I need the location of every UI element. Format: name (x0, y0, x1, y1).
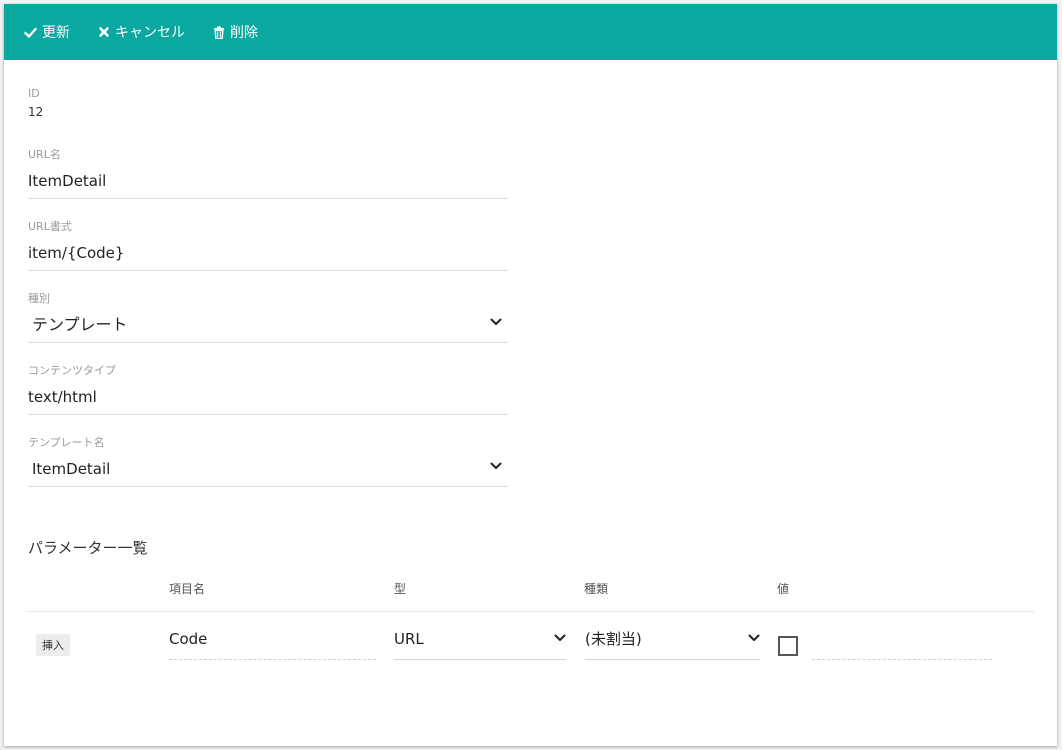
template-name-select[interactable]: ItemDetail (28, 458, 508, 487)
url-name-value: ItemDetail (28, 172, 107, 190)
trash-icon (214, 26, 224, 39)
close-icon (99, 27, 109, 37)
kind-label: 種別 (28, 292, 50, 305)
table-row: 挿入 Code URL (未割当) (28, 622, 1034, 672)
id-value: 12 (28, 105, 44, 119)
delete-button[interactable]: 削除 (213, 22, 258, 42)
value-input[interactable] (812, 626, 992, 660)
type-value: URL (394, 630, 424, 648)
content-type-label: コンテンツタイプ (28, 364, 116, 377)
url-format-value: item/{Code} (28, 244, 125, 262)
url-format-field: URL書式 item/{Code} (28, 220, 508, 271)
insert-button[interactable]: 挿入 (36, 634, 70, 656)
url-format-label: URL書式 (28, 220, 72, 233)
id-field: ID 12 (28, 87, 508, 119)
update-button[interactable]: 更新 (24, 22, 70, 42)
header-item-name: 項目名 (169, 582, 206, 596)
item-name-value: Code (169, 630, 208, 648)
header-type: 型 (394, 582, 407, 596)
header-kind: 種類 (584, 582, 609, 596)
edit-panel: 更新 キャンセル 削除 ID 12 URL名 ItemDetail URL書式 … (4, 4, 1057, 746)
record-form: ID 12 URL名 ItemDetail URL書式 item/{Code} … (28, 60, 508, 487)
kind-value: テンプレート (32, 315, 128, 334)
template-name-field: テンプレート名 ItemDetail (28, 436, 508, 487)
header-value: 値 (777, 582, 790, 596)
value-checkbox[interactable] (778, 636, 798, 656)
template-name-value: ItemDetail (32, 460, 111, 478)
params-table-header: 項目名 型 種類 値 (28, 580, 1034, 612)
template-name-label: テンプレート名 (28, 436, 105, 449)
toolbar: 更新 キャンセル 削除 (4, 4, 1057, 60)
kind-select-row[interactable]: (未割当) (585, 626, 760, 660)
cancel-label: キャンセル (115, 25, 185, 41)
update-label: 更新 (42, 25, 70, 41)
id-label: ID (28, 87, 40, 100)
check-icon (24, 27, 37, 38)
cancel-button[interactable]: キャンセル (98, 22, 185, 42)
params-section-title: パラメーター一覧 (28, 539, 148, 557)
url-name-field: URL名 ItemDetail (28, 148, 508, 199)
item-name-input[interactable]: Code (169, 626, 376, 660)
kind-field: 種別 テンプレート (28, 292, 508, 343)
chevron-down-icon (490, 318, 502, 325)
kind-select[interactable]: テンプレート (28, 314, 508, 343)
content-type-field: コンテンツタイプ text/html (28, 364, 508, 415)
content-type-value: text/html (28, 388, 97, 406)
url-name-label: URL名 (28, 148, 61, 161)
type-select[interactable]: URL (394, 626, 566, 660)
url-name-input[interactable]: ItemDetail (28, 170, 508, 199)
kind-row-value: (未割当) (585, 630, 642, 648)
url-format-input[interactable]: item/{Code} (28, 242, 508, 271)
chevron-down-icon (554, 634, 566, 641)
content-type-input[interactable]: text/html (28, 386, 508, 415)
delete-label: 削除 (230, 25, 258, 41)
chevron-down-icon (490, 462, 502, 469)
chevron-down-icon (748, 634, 760, 641)
